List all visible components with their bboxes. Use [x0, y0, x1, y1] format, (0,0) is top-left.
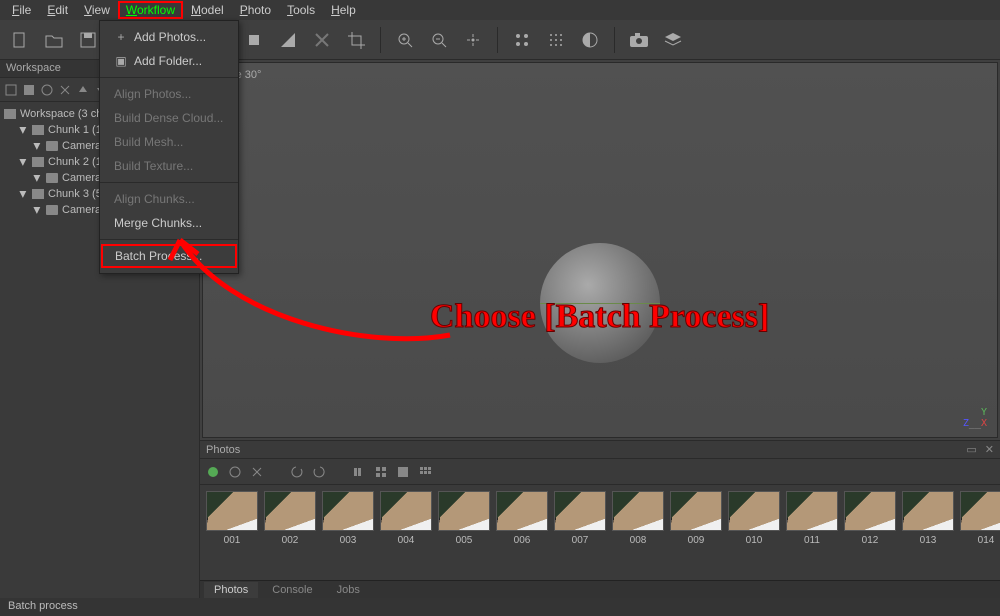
menu-item-align-photos: Align Photos...	[100, 82, 238, 106]
label-chunk-icon[interactable]	[22, 83, 36, 97]
thumbnail-strip: 0010020030040050060070080090100110120130…	[200, 485, 1000, 580]
crop-icon[interactable]	[342, 26, 370, 54]
menu-workflow[interactable]: Workflow	[118, 1, 183, 19]
layers-icon[interactable]	[659, 26, 687, 54]
remove-chunk-icon[interactable]	[58, 83, 72, 97]
enable-chunk-icon[interactable]	[40, 83, 54, 97]
workflow-menu: +Add Photos...▣Add Folder... Align Photos…	[99, 20, 239, 274]
save-icon[interactable]	[74, 26, 102, 54]
thumbnail[interactable]: 003	[322, 491, 374, 546]
enable-photo-icon[interactable]	[206, 465, 220, 479]
menu-photo[interactable]: Photo	[232, 1, 279, 19]
thumbnail[interactable]: 013	[902, 491, 954, 546]
axis-gizmo: Y Z__X	[963, 407, 987, 429]
view-large-icon[interactable]	[396, 465, 410, 479]
fit-icon[interactable]	[459, 26, 487, 54]
remove-photo-icon[interactable]	[250, 465, 264, 479]
thumbnail[interactable]: 001	[206, 491, 258, 546]
tab-console[interactable]: Console	[262, 582, 322, 598]
delete-sel-icon[interactable]	[308, 26, 336, 54]
menu-model[interactable]: Model	[183, 1, 232, 19]
thumbnail[interactable]: 007	[554, 491, 606, 546]
viewport-3d[interactable]: ective 30° Y Z__X	[202, 62, 998, 438]
tutorial-annotation: Choose [Batch Process]	[430, 298, 769, 336]
camera-icon[interactable]	[625, 26, 653, 54]
menu-file[interactable]: File	[4, 1, 39, 19]
photos-toolbar	[200, 459, 1000, 485]
add-chunk-icon[interactable]	[4, 83, 18, 97]
thumbnail[interactable]: 014	[960, 491, 1000, 546]
menu-item-build-texture: Build Texture...	[100, 154, 238, 178]
thumbnail[interactable]: 012	[844, 491, 896, 546]
thumbnail[interactable]: 011	[786, 491, 838, 546]
bottom-tabs: PhotosConsole Jobs	[200, 580, 1000, 598]
menu-item-build-dense-cloud: Build Dense Cloud...	[100, 106, 238, 130]
status-bar: Batch process	[0, 598, 1000, 616]
maximize-panel-icon[interactable]: ▭	[966, 443, 976, 456]
menu-tools[interactable]: Tools	[279, 1, 323, 19]
thumbnail[interactable]: 008	[612, 491, 664, 546]
thumbnail[interactable]: 009	[670, 491, 722, 546]
menu-help[interactable]: Help	[323, 1, 364, 19]
menu-edit[interactable]: Edit	[39, 1, 76, 19]
dense-icon[interactable]	[542, 26, 570, 54]
rotate-left-icon[interactable]	[290, 465, 304, 479]
menu-item-add-photos[interactable]: +Add Photos...	[100, 25, 238, 49]
tab-photos[interactable]: Photos	[204, 582, 258, 598]
move-region-icon[interactable]	[240, 26, 268, 54]
points-icon[interactable]	[508, 26, 536, 54]
menubar: FileEditViewWorkflowModelPhotoToolsHelp	[0, 0, 1000, 20]
photos-panel: Photos ▭ ✕ 0010020030040050060070080	[200, 440, 1000, 580]
zoom-in-icon[interactable]	[391, 26, 419, 54]
up-icon[interactable]	[76, 83, 90, 97]
menu-item-merge-chunks[interactable]: Merge Chunks...	[100, 211, 238, 235]
menu-item-add-folder[interactable]: ▣Add Folder...	[100, 49, 238, 73]
zoom-out-icon[interactable]	[425, 26, 453, 54]
open-icon[interactable]	[40, 26, 68, 54]
menu-view[interactable]: View	[76, 1, 118, 19]
rotate-right-icon[interactable]	[312, 465, 326, 479]
thumbnail[interactable]: 005	[438, 491, 490, 546]
thumbnail[interactable]: 004	[380, 491, 432, 546]
disable-photo-icon[interactable]	[228, 465, 242, 479]
view-grid-icon[interactable]	[418, 465, 432, 479]
menu-item-build-mesh: Build Mesh...	[100, 130, 238, 154]
thumbnail[interactable]: 006	[496, 491, 548, 546]
thumbnail[interactable]: 010	[728, 491, 780, 546]
tab-jobs[interactable]: Jobs	[327, 582, 370, 598]
view-details-icon[interactable]	[352, 465, 366, 479]
view-small-icon[interactable]	[374, 465, 388, 479]
menu-item-align-chunks: Align Chunks...	[100, 187, 238, 211]
shaded-icon[interactable]	[576, 26, 604, 54]
close-panel-icon[interactable]: ✕	[985, 443, 994, 456]
new-doc-icon[interactable]	[6, 26, 34, 54]
menu-item-batch-process[interactable]: Batch Process...	[101, 244, 237, 268]
thumbnail[interactable]: 002	[264, 491, 316, 546]
photos-title: Photos	[206, 444, 240, 456]
scale-region-icon[interactable]	[274, 26, 302, 54]
